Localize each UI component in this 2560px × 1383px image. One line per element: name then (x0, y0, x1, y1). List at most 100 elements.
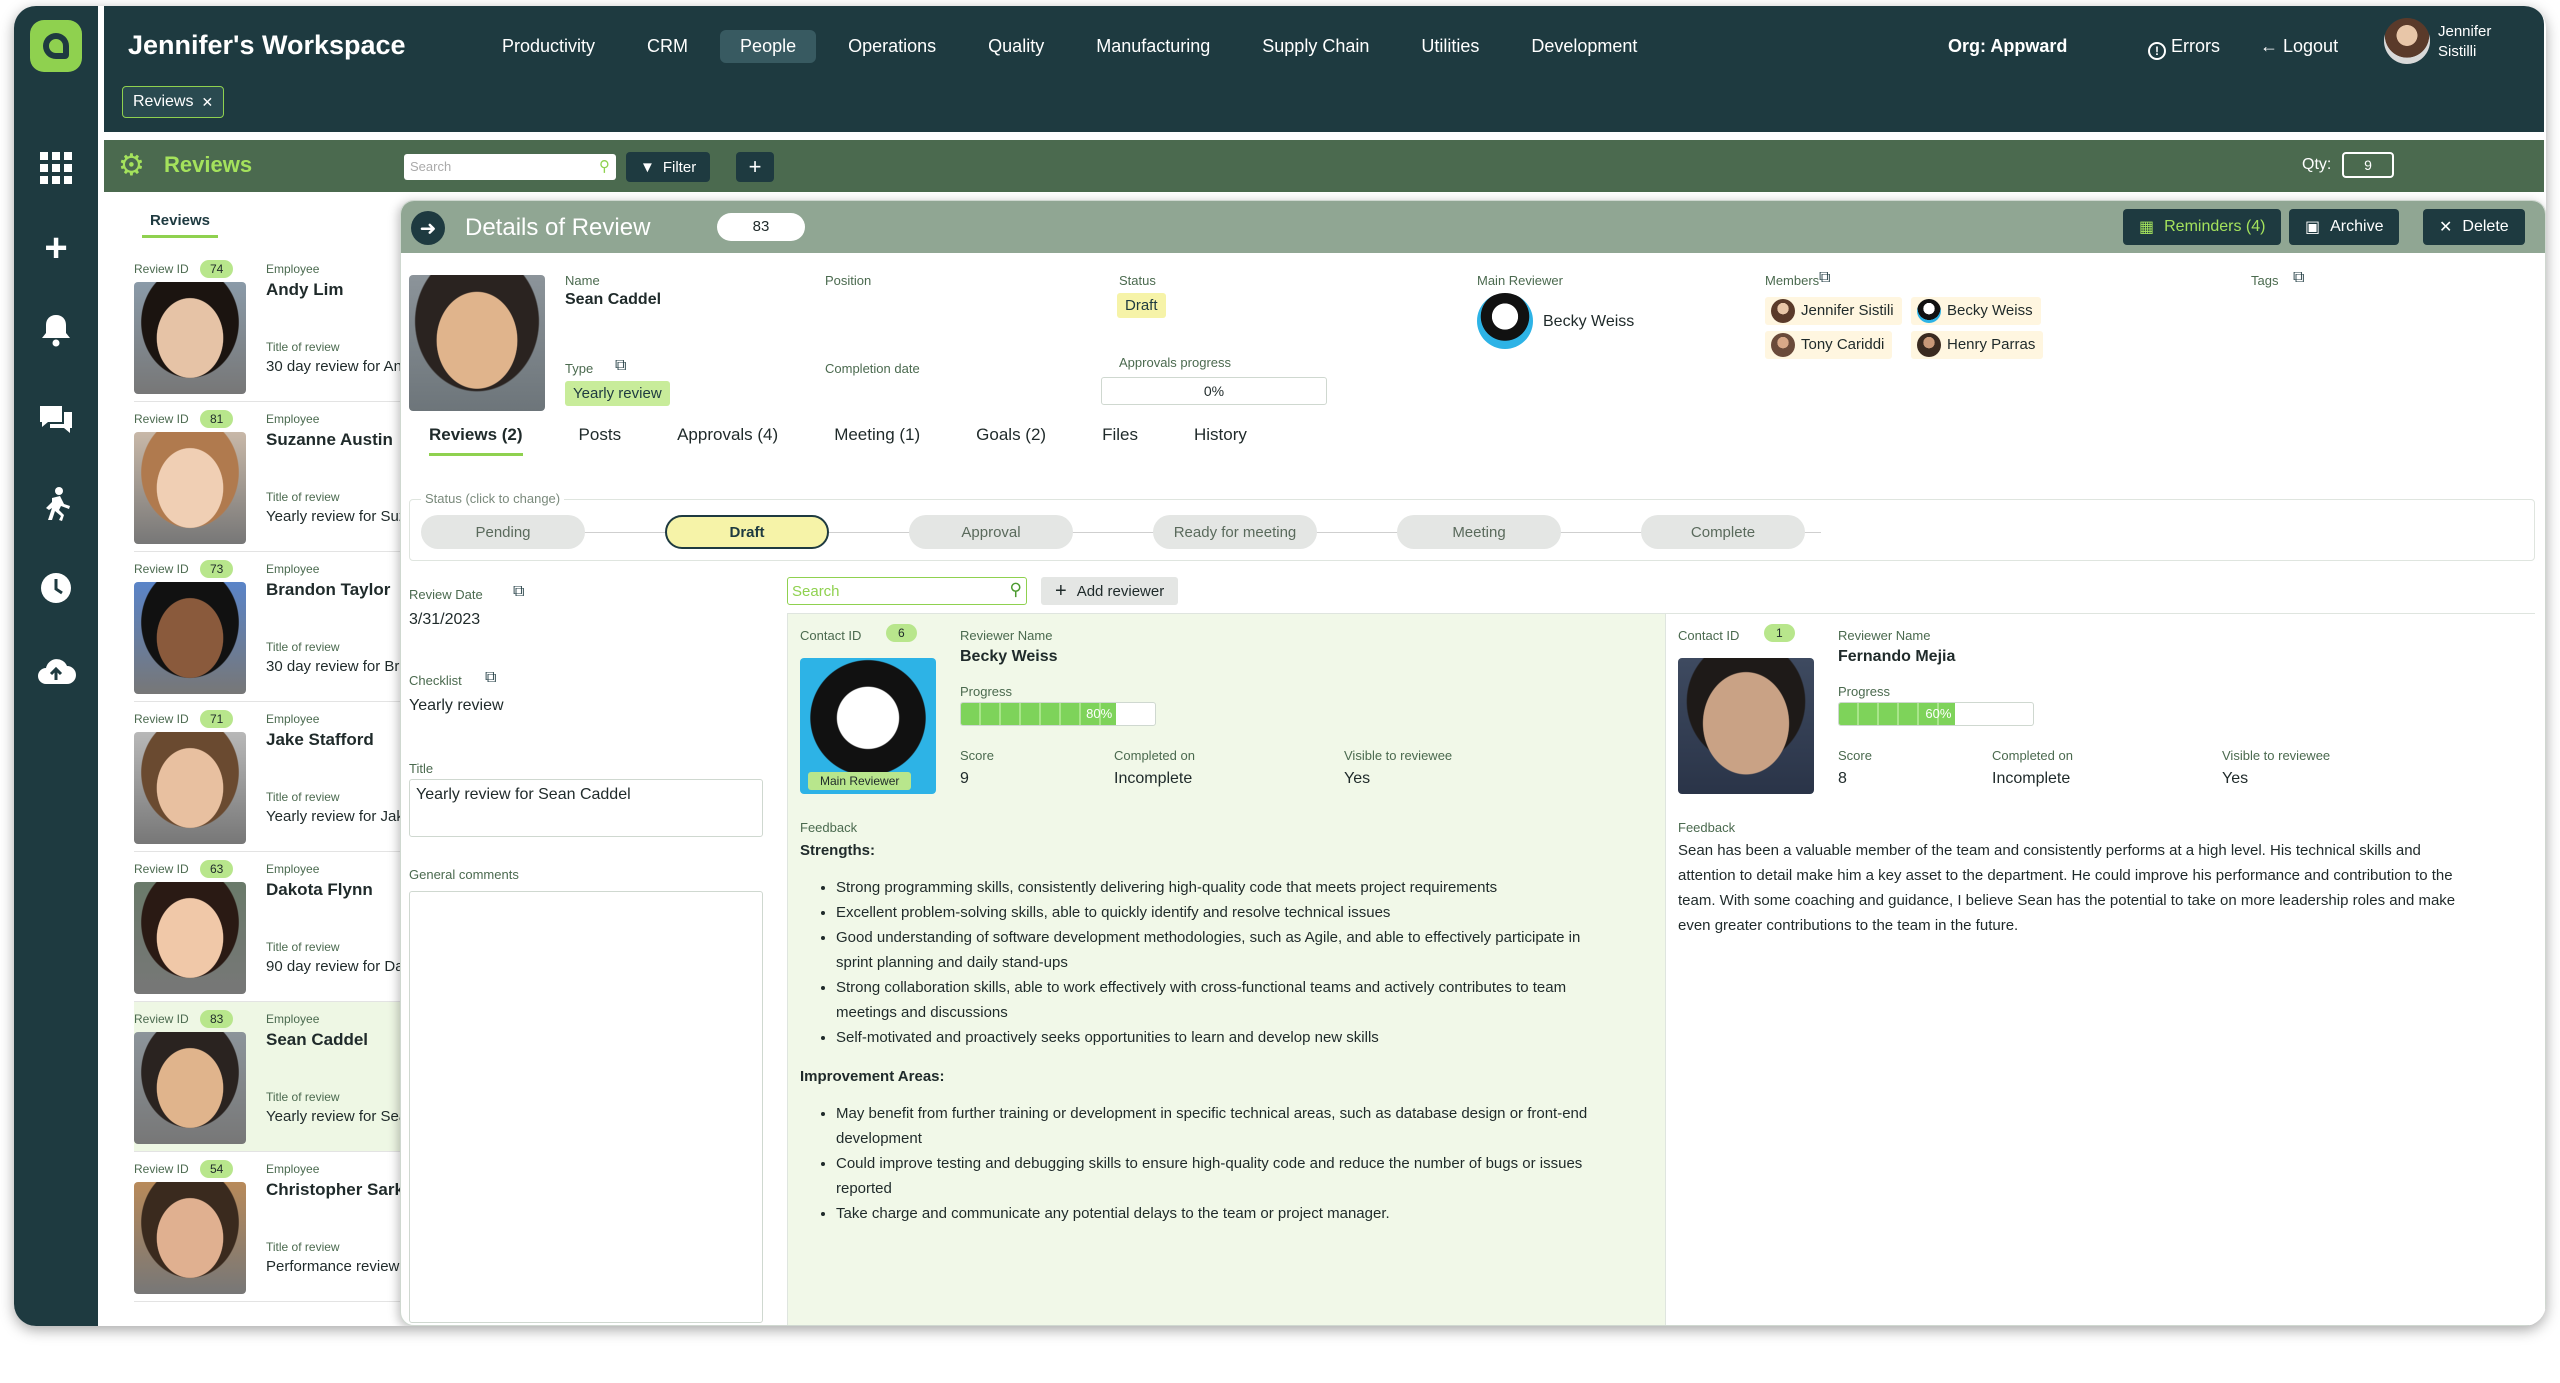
step-draft[interactable]: Draft (665, 515, 829, 549)
title-label: Title (409, 761, 434, 776)
step-ready-for-meeting[interactable]: Ready for meeting (1153, 515, 1317, 549)
errors-button[interactable]: ! Errors (2148, 36, 2220, 60)
employee-label: Employee (266, 412, 320, 426)
org-display[interactable]: Org: Appward (1948, 36, 2067, 57)
nav-operations[interactable]: Operations (828, 30, 956, 63)
bell-icon[interactable] (36, 310, 76, 350)
stepper-line (441, 532, 1821, 533)
tab-history[interactable]: History (1194, 425, 1247, 456)
nav-manufacturing[interactable]: Manufacturing (1076, 30, 1230, 63)
step-complete[interactable]: Complete (1641, 515, 1805, 549)
left-rail: + (14, 6, 98, 1326)
tab-approvals[interactable]: Approvals (4) (677, 425, 778, 456)
arrow-left-icon: ← (2260, 36, 2278, 56)
step-meeting[interactable]: Meeting (1397, 515, 1561, 549)
contact-id-label: Contact ID (800, 628, 862, 643)
nav-utilities[interactable]: Utilities (1401, 30, 1499, 63)
user-avatar[interactable] (2384, 18, 2430, 64)
tab-posts[interactable]: Posts (579, 425, 622, 456)
apps-grid-icon[interactable] (36, 148, 76, 188)
visible-label: Visible to reviewee (2222, 748, 2331, 763)
title-of-review-label: Title of review (266, 640, 340, 654)
visible-value: Yes (2222, 770, 2249, 787)
main-reviewer-label: Main Reviewer (1477, 273, 1563, 288)
review-id-badge: 83 (200, 1010, 234, 1028)
list-item[interactable]: Review ID 74 Employee Andy Lim Title of revi… (134, 252, 426, 402)
list-item: Excellent problem-solving skills, able t… (836, 900, 1600, 925)
edit-type-icon[interactable]: ⧉ (615, 357, 626, 375)
list-item: May benefit from further training or dev… (836, 1101, 1600, 1151)
list-item[interactable]: Review ID 63 Employee Dakota Flynn Title of … (134, 852, 426, 1002)
filter-icon: ▼ (640, 158, 655, 176)
list-item[interactable]: Review ID 81 Employee Suzanne Austin Title o… (134, 402, 426, 552)
user-name[interactable]: Jennifer Sistilli (2438, 22, 2518, 62)
plus-icon[interactable]: + (36, 226, 76, 270)
step-pending[interactable]: Pending (421, 515, 585, 549)
toolbar-search-input[interactable]: Search ⚲ (404, 154, 616, 180)
main-reviewer-badge: Main Reviewer (808, 772, 912, 790)
nav-quality[interactable]: Quality (968, 30, 1064, 63)
member-chip[interactable]: Henry Parras (1911, 331, 2044, 359)
top-header: Jennifer's Workspace Productivity CRM Pe… (104, 6, 2544, 132)
general-comments-label: General comments (409, 867, 519, 882)
review-date-value: 3/31/2023 (409, 611, 481, 628)
tab-files[interactable]: Files (1102, 425, 1138, 456)
cloud-upload-icon[interactable] (36, 652, 76, 692)
app-logo[interactable] (30, 20, 82, 72)
list-item[interactable]: Review ID 73 Employee Brandon Taylor Title o… (134, 552, 426, 702)
activity-icon[interactable] (36, 484, 76, 524)
step-approval[interactable]: Approval (909, 515, 1073, 549)
archive-button[interactable]: ▣ Archive (2289, 209, 2400, 245)
app-window: + Jennifer's Workspace Productivity CRM … (14, 6, 2546, 1326)
edit-members-icon[interactable]: ⧉ (1819, 269, 1830, 287)
filter-button[interactable]: ▼ Filter (626, 152, 711, 182)
reviews-toolbar: ⚙ Reviews Search ⚲ ▼ Filter + Qty: 9 (104, 140, 2544, 192)
review-id-label: Review ID (134, 862, 189, 876)
tab-reviews[interactable]: Reviews (2) (429, 425, 523, 456)
close-icon[interactable]: ✕ (201, 94, 213, 111)
list-item[interactable]: Review ID 71 Employee Jake Stafford Title of… (134, 702, 426, 852)
list-item[interactable]: Review ID 83 Employee Sean Caddel Title of r… (134, 1002, 426, 1152)
title-field[interactable]: Yearly review for Sean Caddel (409, 779, 763, 837)
arrow-right-icon[interactable]: ➜ (411, 211, 445, 245)
employee-photo (134, 282, 246, 394)
review-number-badge: 83 (717, 213, 805, 241)
logout-button[interactable]: ← Logout (2260, 36, 2338, 57)
edit-tags-icon[interactable]: ⧉ (2293, 269, 2304, 287)
member-chip[interactable]: Tony Cariddi (1765, 331, 1893, 359)
list-item[interactable]: Review ID54EmployeeChristopher Sarkissia… (134, 1152, 426, 1302)
member-chip[interactable]: Jennifer Sistili (1765, 297, 1902, 325)
nav-people[interactable]: People (720, 30, 817, 63)
list-tab-reviews[interactable]: Reviews (142, 212, 218, 238)
gears-icon: ⚙ (118, 149, 145, 182)
add-review-button[interactable]: + (736, 152, 774, 182)
feedback-label: Feedback (800, 820, 858, 835)
nav-productivity[interactable]: Productivity (482, 30, 615, 63)
chat-icon[interactable] (36, 400, 76, 440)
add-reviewer-button[interactable]: + Add reviewer (1041, 577, 1179, 605)
employee-photo (409, 275, 545, 411)
reminders-button[interactable]: ▦ Reminders (4) (2123, 209, 2282, 245)
general-comments-field[interactable] (409, 891, 763, 1323)
delete-button[interactable]: ✕ Delete (2423, 209, 2525, 245)
nav-crm[interactable]: CRM (627, 30, 708, 63)
review-list: Reviews Review ID 74 Employee Andy Lim Title… (126, 202, 426, 1326)
member-avatar (1917, 299, 1941, 323)
archive-icon: ▣ (2305, 219, 2321, 236)
clock-icon[interactable] (36, 568, 76, 608)
open-tab-chip[interactable]: Reviews ✕ (122, 86, 225, 118)
tab-goals[interactable]: Goals (2) (976, 425, 1046, 456)
tab-meeting[interactable]: Meeting (1) (834, 425, 920, 456)
review-id-badge: 54 (200, 1160, 234, 1178)
member-chip[interactable]: Becky Weiss (1911, 297, 2041, 325)
employee-name: Dakota Flynn (266, 880, 373, 899)
nav-supply-chain[interactable]: Supply Chain (1242, 30, 1389, 63)
approvals-progress-value: 0% (1203, 383, 1225, 399)
reviewer-search-input[interactable]: Search ⚲ (787, 577, 1027, 605)
nav-development[interactable]: Development (1511, 30, 1657, 63)
review-id-label: Review ID (134, 1162, 189, 1176)
plus-icon: + (1055, 579, 1067, 602)
title-of-review-label: Title of review (266, 1240, 340, 1254)
edit-checklist-icon[interactable]: ⧉ (485, 669, 496, 687)
edit-review-date-icon[interactable]: ⧉ (513, 583, 524, 601)
